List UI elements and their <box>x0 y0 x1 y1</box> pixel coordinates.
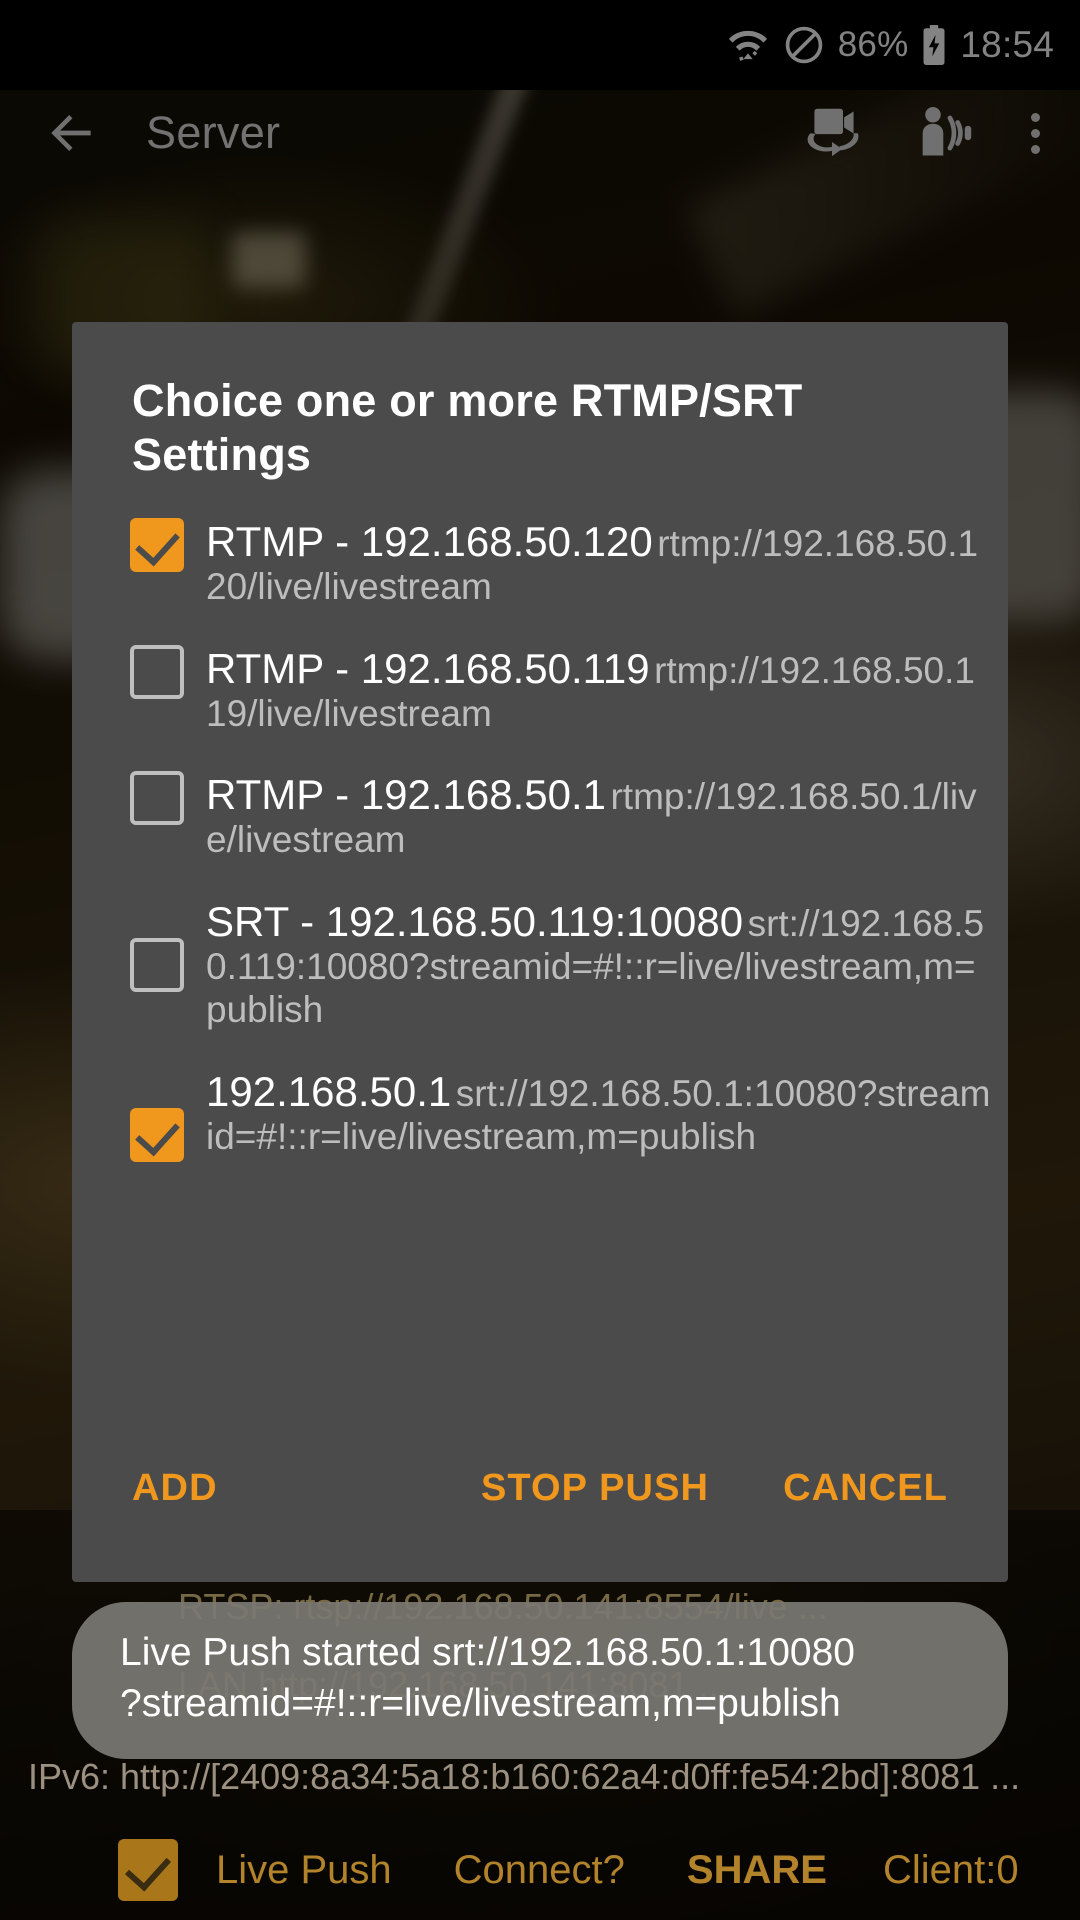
bottom-action-bar: Live Push Connect? SHARE Client:0 <box>0 1820 1080 1920</box>
option-title: SRT - 192.168.50.119:10080 <box>206 897 744 945</box>
ipv6-url-label: IPv6: http://[2409:8a34:5a18:b160:62a4:d… <box>28 1756 1021 1797</box>
checkbox-srt-1[interactable] <box>130 1107 184 1162</box>
option-text-block: RTMP - 192.168.50.119 rtmp://192.168.50.… <box>206 645 1008 736</box>
cancel-button[interactable]: CANCEL <box>783 1467 948 1510</box>
option-title: RTMP - 192.168.50.1 <box>206 771 607 819</box>
checkbox-rtmp-1[interactable] <box>130 771 184 826</box>
dialog-title: Choice one or more RTMP/SRT Settings <box>132 375 803 480</box>
live-push-checkbox[interactable] <box>118 1839 178 1901</box>
option-text-block: 192.168.50.1 srt://192.168.50.1:10080?st… <box>206 1068 1008 1159</box>
add-button[interactable]: ADD <box>132 1467 218 1510</box>
option-list: RTMP - 192.168.50.120 rtmp://192.168.50.… <box>72 482 1008 1176</box>
toast-message: Live Push started srt://192.168.50.1:100… <box>120 1631 856 1725</box>
checkbox-rtmp-120[interactable] <box>130 518 184 572</box>
option-text-block: RTMP - 192.168.50.1 rtmp://192.168.50.1/… <box>206 771 1008 862</box>
connect-button[interactable]: Connect? <box>454 1848 625 1893</box>
option-title: RTMP - 192.168.50.119 <box>206 644 650 692</box>
option-title: RTMP - 192.168.50.120 <box>206 518 653 565</box>
option-row-rtmp-119[interactable]: RTMP - 192.168.50.119 rtmp://192.168.50.… <box>72 623 1008 750</box>
option-row-rtmp-1[interactable]: RTMP - 192.168.50.1 rtmp://192.168.50.1/… <box>72 749 1008 876</box>
toast-notification: Live Push started srt://192.168.50.1:100… <box>72 1602 1008 1760</box>
checkbox-srt-119[interactable] <box>130 937 184 992</box>
stop-push-button[interactable]: STOP PUSH <box>481 1467 709 1510</box>
option-title: 192.168.50.1 <box>206 1067 452 1115</box>
live-push-label[interactable]: Live Push <box>216 1848 392 1893</box>
option-row-srt-1[interactable]: 192.168.50.1 srt://192.168.50.1:10080?st… <box>72 1046 1008 1176</box>
client-count-label: Client:0 <box>882 1847 1019 1892</box>
option-text-block: SRT - 192.168.50.119:10080 srt://192.168… <box>206 898 1008 1032</box>
dialog-action-bar: ADD STOP PUSH CANCEL <box>72 1467 1008 1510</box>
option-row-srt-119[interactable]: SRT - 192.168.50.119:10080 srt://192.168… <box>72 876 1008 1046</box>
checkbox-rtmp-119[interactable] <box>130 644 184 699</box>
share-button[interactable]: SHARE <box>687 1848 827 1893</box>
option-text-block: RTMP - 192.168.50.120 rtmp://192.168.50.… <box>206 518 1008 609</box>
rtmp-srt-selection-dialog: Choice one or more RTMP/SRT Settings RTM… <box>72 322 1008 1582</box>
option-row-rtmp-120[interactable]: RTMP - 192.168.50.120 rtmp://192.168.50.… <box>72 496 1008 623</box>
